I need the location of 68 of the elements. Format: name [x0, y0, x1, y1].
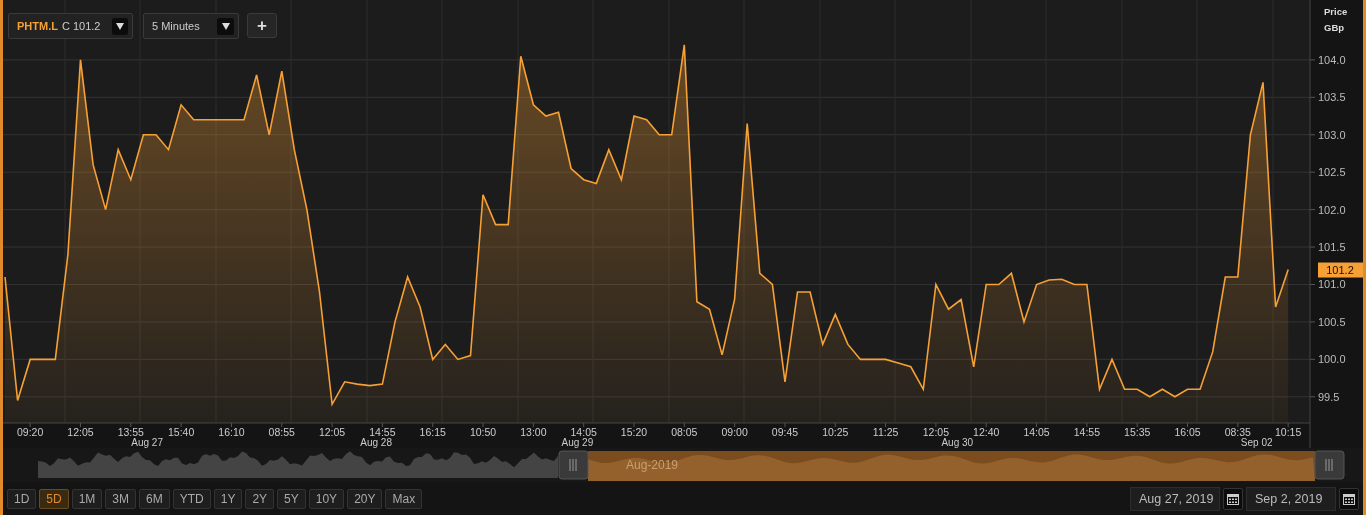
axis-label: 14:55 — [369, 426, 396, 438]
interval-dropdown[interactable]: 5 Minutes — [143, 13, 239, 39]
range-button[interactable]: 3M — [105, 489, 137, 509]
axis-label: 12:05 — [318, 426, 346, 438]
axis-label: 103.5 — [1318, 91, 1346, 104]
last-price-badge: 101.2 — [1318, 262, 1363, 278]
range-button[interactable]: 20Y — [347, 489, 383, 509]
axis-label: 104.0 — [1318, 53, 1346, 66]
dropdown-caret-icon — [112, 17, 128, 35]
axis-label: 101.0 — [1318, 278, 1346, 291]
axis-label: 09:45 — [771, 426, 799, 438]
axis-label: 08:05 — [671, 426, 698, 438]
range-button[interactable]: 10Y — [308, 489, 345, 509]
axis-label: 102.5 — [1318, 166, 1346, 179]
range-label: Aug-2019 — [626, 458, 679, 472]
axis-label: 11:25 — [872, 426, 899, 438]
symbol-selector[interactable]: PHTM.L C 101.2 — [8, 13, 133, 39]
axis-label: 14:05 — [1023, 426, 1050, 438]
range-button[interactable]: 1D — [7, 489, 37, 509]
dropdown-caret-icon — [217, 17, 234, 35]
range-button[interactable]: 1Y — [213, 489, 243, 509]
axis-label: 08:35 — [1224, 426, 1251, 438]
axis-label: 16:10 — [218, 426, 245, 438]
axis-label: 10:15 — [1275, 426, 1302, 438]
range-handle[interactable] — [1314, 450, 1345, 480]
date-label: Aug 30 — [941, 437, 974, 448]
date-label: Sep 02 — [1240, 437, 1273, 448]
range-handle[interactable] — [558, 450, 589, 480]
axis-label: 14:05 — [570, 426, 597, 438]
axis-label: 08:55 — [268, 426, 295, 438]
range-button[interactable]: YTD — [172, 489, 211, 509]
axis-label: 12:05 — [922, 426, 950, 438]
axis-label: 100.5 — [1318, 315, 1346, 328]
axis-label: 100.0 — [1318, 353, 1346, 366]
range-button[interactable]: 1M — [71, 489, 103, 509]
axis-title: Price — [1324, 6, 1348, 17]
axis-label: 13:00 — [520, 426, 547, 438]
axis-label: 09:20 — [17, 426, 44, 438]
add-button[interactable]: + — [247, 13, 277, 38]
date-label: Aug 29 — [561, 437, 594, 448]
axis-label: 102.0 — [1318, 203, 1346, 216]
axis-label: 16:15 — [419, 426, 446, 438]
axis-label: 103.0 — [1318, 128, 1346, 141]
range-button[interactable]: 6M — [139, 489, 170, 509]
axis-label: 15:40 — [168, 426, 195, 438]
axis-label: 99.5 — [1318, 390, 1340, 403]
range-button[interactable]: Max — [385, 489, 423, 509]
axis-title: GBp — [1324, 22, 1345, 33]
axis-label: 101.5 — [1318, 241, 1346, 254]
date-field[interactable]: Sep 2, 2019 — [1246, 487, 1336, 511]
axis-label: 16:05 — [1174, 426, 1201, 438]
axis-label: 13:55 — [117, 426, 144, 438]
date-label: Aug 27 — [131, 437, 163, 448]
calendar-icon[interactable] — [1339, 488, 1359, 510]
axis-label: 15:35 — [1124, 426, 1151, 438]
axis-label: 14:55 — [1073, 426, 1100, 438]
axis-label: 09:00 — [721, 426, 748, 438]
calendar-icon[interactable] — [1223, 488, 1243, 510]
date-label: Aug 28 — [360, 437, 392, 448]
axis-label: 15:20 — [620, 426, 648, 438]
range-button[interactable]: 5Y — [277, 489, 306, 509]
range-button[interactable]: 2Y — [245, 489, 275, 509]
axis-label: 12:05 — [67, 426, 94, 438]
axis-label: 10:50 — [469, 426, 497, 438]
axis-label: 10:25 — [822, 426, 849, 438]
axis-label: 12:40 — [973, 426, 1000, 438]
range-button[interactable]: 5D — [39, 489, 69, 509]
date-field[interactable]: Aug 27, 2019 — [1130, 487, 1220, 511]
